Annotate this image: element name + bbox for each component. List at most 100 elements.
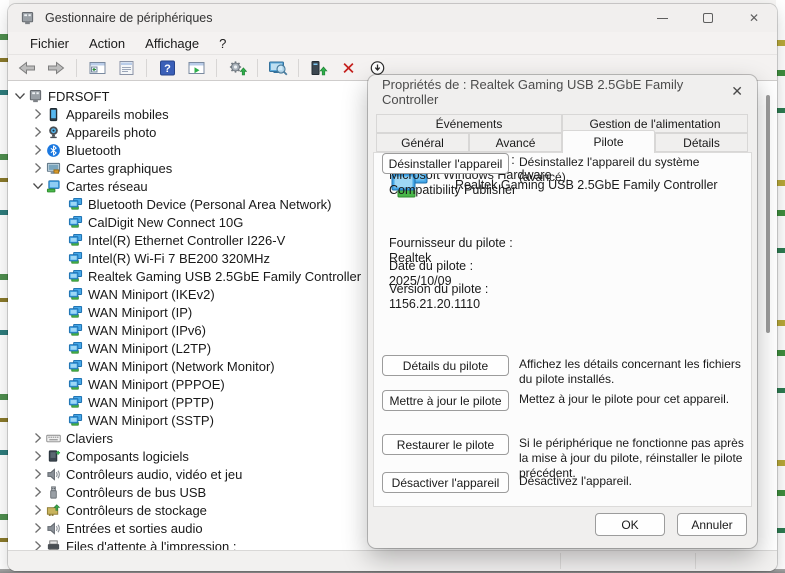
tab-d-tails[interactable]: Détails [655, 133, 748, 152]
display-icon [46, 161, 64, 176]
close-button[interactable]: ✕ [731, 4, 777, 32]
forward-icon[interactable] [45, 58, 67, 78]
adapter-icon [68, 341, 86, 356]
menu-action[interactable]: Action [79, 36, 135, 51]
adapter-icon [68, 413, 86, 428]
chevron-right-icon[interactable] [30, 106, 46, 122]
dialog-close-icon[interactable]: ✕ [731, 83, 743, 100]
window-titlebar[interactable]: Gestionnaire de périphériques ✕ [8, 4, 777, 32]
chevron-right-icon[interactable] [30, 538, 46, 550]
disable-device-button[interactable]: Désactiver l'appareil [382, 472, 509, 493]
chevron-right-icon[interactable] [30, 466, 46, 482]
chevron-right-icon[interactable] [30, 502, 46, 518]
chevron-right-icon[interactable] [30, 484, 46, 500]
minimize-button[interactable] [639, 4, 685, 32]
update-driver-icon[interactable] [226, 58, 248, 78]
adapter-icon [68, 197, 86, 212]
uninstall-device-icon[interactable] [337, 58, 359, 78]
window-title: Gestionnaire de périphériques [45, 11, 212, 25]
tree-item-label: Contrôleurs de bus USB [64, 485, 206, 500]
minimize-icon [657, 18, 668, 19]
tree-item-label: WAN Miniport (IKEv2) [86, 287, 215, 302]
driver-details-button[interactable]: Détails du pilote [382, 355, 509, 376]
tree-item-label: Claviers [64, 431, 113, 446]
tree-item-label: WAN Miniport (L2TP) [86, 341, 211, 356]
chevron-spacer [52, 358, 68, 374]
chevron-right-icon[interactable] [30, 160, 46, 176]
properties-icon[interactable] [115, 58, 137, 78]
chevron-right-icon[interactable] [30, 430, 46, 446]
adapter-icon [68, 215, 86, 230]
status-bar [8, 550, 777, 571]
dialog-titlebar[interactable]: Propriétés de : Realtek Gaming USB 2.5Gb… [368, 75, 757, 109]
action-description: Mettez à jour le pilote pour cet apparei… [519, 392, 747, 407]
chevron-spacer [52, 376, 68, 392]
audio-icon [46, 521, 64, 536]
toolbar-separator [298, 59, 299, 77]
roll-back-driver-button[interactable]: Restaurer le pilote [382, 434, 509, 455]
chevron-down-icon[interactable] [12, 88, 28, 104]
menu-help[interactable]: ? [209, 36, 236, 51]
chevron-right-icon[interactable] [30, 520, 46, 536]
device-manager-app-icon [20, 10, 36, 26]
console-tree-icon[interactable] [86, 58, 108, 78]
tab-avanc-[interactable]: Avancé [469, 133, 562, 152]
chevron-spacer [52, 268, 68, 284]
help-icon[interactable]: ? [156, 58, 178, 78]
chevron-right-icon[interactable] [30, 142, 46, 158]
adapter-icon [68, 395, 86, 410]
chevron-spacer [52, 232, 68, 248]
tab-row-front: GénéralAvancéPiloteDétails [376, 133, 748, 152]
toolbar-separator [76, 59, 77, 77]
tab-pilote[interactable]: Pilote [562, 130, 655, 153]
statusbar-separator [695, 553, 696, 569]
chevron-spacer [52, 412, 68, 428]
tree-item-label: Cartes réseau [64, 179, 148, 194]
update-driver-button[interactable]: Mettre à jour le pilote [382, 390, 509, 411]
printer-icon [46, 539, 64, 551]
chevron-spacer [52, 304, 68, 320]
field-label: Version du pilote : [389, 282, 520, 297]
keyboard-icon [46, 431, 64, 446]
tree-item-label: Bluetooth [64, 143, 121, 158]
menu-affichage[interactable]: Affichage [135, 36, 209, 51]
menu-fichier[interactable]: Fichier [20, 36, 79, 51]
chevron-right-icon[interactable] [30, 124, 46, 140]
tree-scrollbar[interactable] [764, 81, 773, 550]
desktop: Gestionnaire de périphériques ✕ FichierA… [0, 0, 785, 573]
driver-action-row: Mettre à jour le pilote Mettez à jour le … [382, 390, 745, 440]
tree-item-label: WAN Miniport (PPTP) [86, 395, 214, 410]
scrollbar-thumb[interactable] [766, 95, 770, 333]
tab-g-n-ral[interactable]: Général [376, 133, 469, 152]
tree-item-label: CalDigit New Connect 10G [86, 215, 243, 230]
tree-item-label: Appareils photo [64, 125, 156, 140]
toolbar-separator [257, 59, 258, 77]
dialog-title: Propriétés de : Realtek Gaming USB 2.5Gb… [382, 77, 743, 107]
action-description: Désactivez l'appareil. [519, 474, 747, 489]
software-icon [46, 449, 64, 464]
tree-item-label: Entrées et sorties audio [64, 521, 203, 536]
chevron-right-icon[interactable] [30, 448, 46, 464]
driver-action-row: Désinstaller l'appareilDésinstallez l'ap… [382, 153, 745, 203]
scan-hardware-icon[interactable] [267, 58, 289, 78]
svg-text:?: ? [164, 63, 171, 75]
properties-dialog: Propriétés de : Realtek Gaming USB 2.5Gb… [368, 75, 757, 548]
action-pane-icon[interactable] [185, 58, 207, 78]
camera-icon [46, 125, 64, 140]
tree-item-label: Intel(R) Ethernet Controller I226-V [86, 233, 285, 248]
uninstall-device-button[interactable]: Désinstaller l'appareil [382, 153, 509, 174]
action-description: Affichez les détails concernant les fich… [519, 357, 747, 387]
background-window-sliver-right [776, 0, 785, 573]
tree-item-label: Files d'attente à l'impression : [64, 539, 236, 551]
tree-item-label: Bluetooth Device (Personal Area Network) [86, 197, 332, 212]
driver-info-row: Version du pilote :1156.21.20.1110 [389, 282, 741, 312]
bluetooth-icon [46, 143, 64, 158]
maximize-button[interactable] [685, 4, 731, 32]
field-label: Fournisseur du pilote : [389, 236, 520, 251]
tab--v-nements[interactable]: Événements [376, 114, 562, 133]
chevron-down-icon[interactable] [30, 178, 46, 194]
chevron-spacer [52, 286, 68, 302]
update-device-icon[interactable] [308, 58, 330, 78]
tree-item-label: Appareils mobiles [64, 107, 169, 122]
back-icon[interactable] [16, 58, 38, 78]
